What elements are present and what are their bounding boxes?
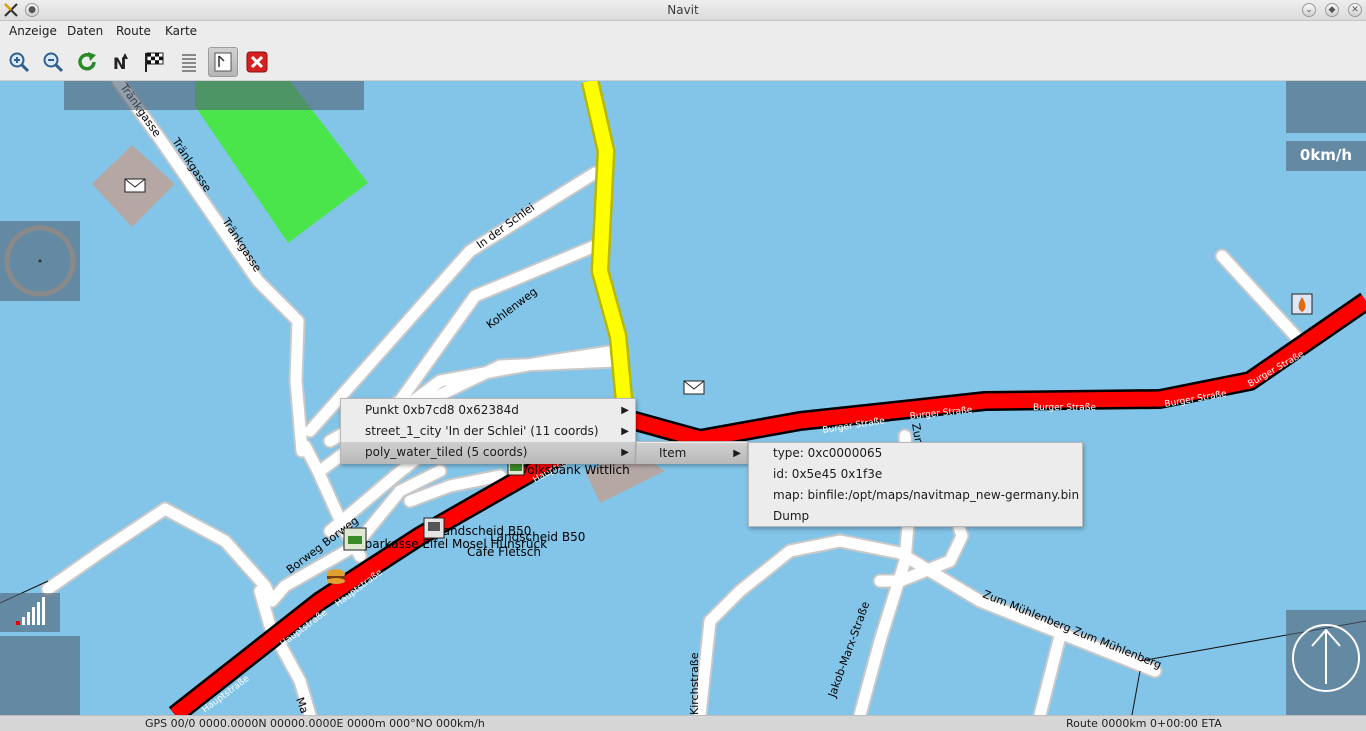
zoom-out-icon [43, 52, 64, 73]
quit-button[interactable] [242, 47, 272, 77]
context-menu-item-label: street_1_city 'In der Schlei' (11 coords… [365, 424, 599, 438]
zoom-out-button[interactable] [38, 47, 68, 77]
speed-display: 0km/h [1286, 141, 1366, 171]
submenu-arrow-icon: ▶ [621, 405, 629, 416]
detail-item-id[interactable]: id: 0x5e45 0x1f3e [749, 464, 1082, 485]
bank-icon [343, 527, 367, 551]
status-bar: GPS 00/0 0000.0000N 00000.0000E 0000m 00… [0, 715, 1366, 731]
map-canvas[interactable]: Tränkgasse Tränkgasse Tränkgasse In der … [0, 81, 1366, 715]
item-submenu: Item ▶ [636, 441, 748, 464]
zoom-in-button[interactable] [4, 47, 34, 77]
context-menu: Punkt 0xb7cd8 0x62384d ▶ street_1_city 'I… [340, 398, 636, 464]
context-menu-item-street[interactable]: street_1_city 'In der Schlei' (11 coords… [341, 421, 635, 442]
menu-bar: Anzeige Daten Route Karte [0, 21, 1366, 43]
menu-karte[interactable]: Karte [165, 24, 197, 38]
fast-food-icon [327, 569, 345, 584]
osd-bottom-left-panel [0, 636, 80, 715]
context-menu-item-poly-water[interactable]: poly_water_tiled (5 coords) ▶ [341, 442, 635, 463]
refresh-button[interactable] [72, 47, 102, 77]
layout-toggle-icon [214, 52, 232, 72]
submenu-item[interactable]: Item ▶ [637, 443, 747, 464]
detail-item-map[interactable]: map: binfile:/opt/maps/navitmap_new-germ… [749, 485, 1082, 506]
gps-status: GPS 00/0 0000.0000N 00000.0000E 0000m 00… [145, 717, 485, 730]
street-label-in-der-schlei: In der Schlei [474, 201, 537, 252]
poi-label-volksbank: Volksbank Wittlich [520, 463, 630, 477]
submenu-arrow-icon: ▶ [621, 426, 629, 437]
mail-icon [124, 178, 146, 193]
context-menu-item-label: poly_water_tiled (5 coords) [365, 445, 528, 459]
menu-daten[interactable]: Daten [67, 24, 103, 38]
fuel-station-icon [1291, 293, 1313, 315]
title-bar: ● Navit ⌄ ◆ ✕ [0, 0, 1366, 21]
submenu-item-label: Item [659, 446, 687, 460]
menu-route[interactable]: Route [116, 24, 151, 38]
destination-flag-icon [145, 52, 164, 72]
compass-icon [4, 225, 76, 297]
menu-anzeige[interactable]: Anzeige [9, 24, 57, 38]
submenu-arrow-icon: ▶ [733, 448, 741, 459]
osd-top-panel [64, 81, 364, 110]
submenu-arrow-icon: ▶ [621, 447, 629, 458]
straight-arrow-icon [1292, 624, 1360, 692]
next-turn-osd [1286, 610, 1366, 715]
detail-item-type[interactable]: type: 0xc0000065 [749, 443, 1082, 464]
close-window-button[interactable]: ✕ [1348, 3, 1362, 17]
gps-signal-osd [0, 593, 60, 632]
window-title: Navit [667, 3, 699, 17]
refresh-icon [78, 52, 96, 71]
context-menu-item-punkt[interactable]: Punkt 0xb7cd8 0x62384d ▶ [341, 400, 635, 421]
toolbar: N [0, 43, 1366, 81]
destination-button[interactable] [139, 47, 169, 77]
poi-label-cafe: Cafe Fletsch [467, 545, 541, 559]
route-status: Route 0000km 0+00:00 ETA [1066, 717, 1222, 730]
street-label-burger-3: Burger Straße [1033, 403, 1096, 413]
roadbook-icon [182, 54, 196, 72]
detail-item-dump[interactable]: Dump [749, 506, 1082, 527]
roadbook-button[interactable] [174, 47, 204, 77]
north-orientation-button[interactable]: N [106, 47, 136, 77]
item-detail-menu: type: 0xc0000065 id: 0x5e45 0x1f3e map: … [748, 442, 1083, 527]
quit-icon [246, 51, 268, 73]
map-view[interactable]: Tränkgasse Tränkgasse Tränkgasse In der … [0, 81, 1366, 715]
compass-osd [0, 221, 80, 301]
street-label-muehlenberg: Zum Mühlenberg Zum Mühlenberg [981, 588, 1163, 672]
street-label-kirchstrasse: Kirchstraße [688, 652, 701, 715]
signal-strength-icon [16, 597, 45, 625]
bus-stop-icon [423, 517, 445, 539]
context-menu-item-label: Punkt 0xb7cd8 0x62384d [365, 403, 519, 417]
layout-toggle-button[interactable] [208, 47, 238, 77]
maximize-button[interactable]: ◆ [1325, 3, 1339, 17]
zoom-in-icon [9, 52, 30, 73]
north-orientation-icon: N [113, 53, 128, 73]
osd-top-right-panel [1286, 81, 1366, 133]
mail-icon [683, 380, 705, 395]
minimize-button[interactable]: ⌄ [1302, 3, 1316, 17]
